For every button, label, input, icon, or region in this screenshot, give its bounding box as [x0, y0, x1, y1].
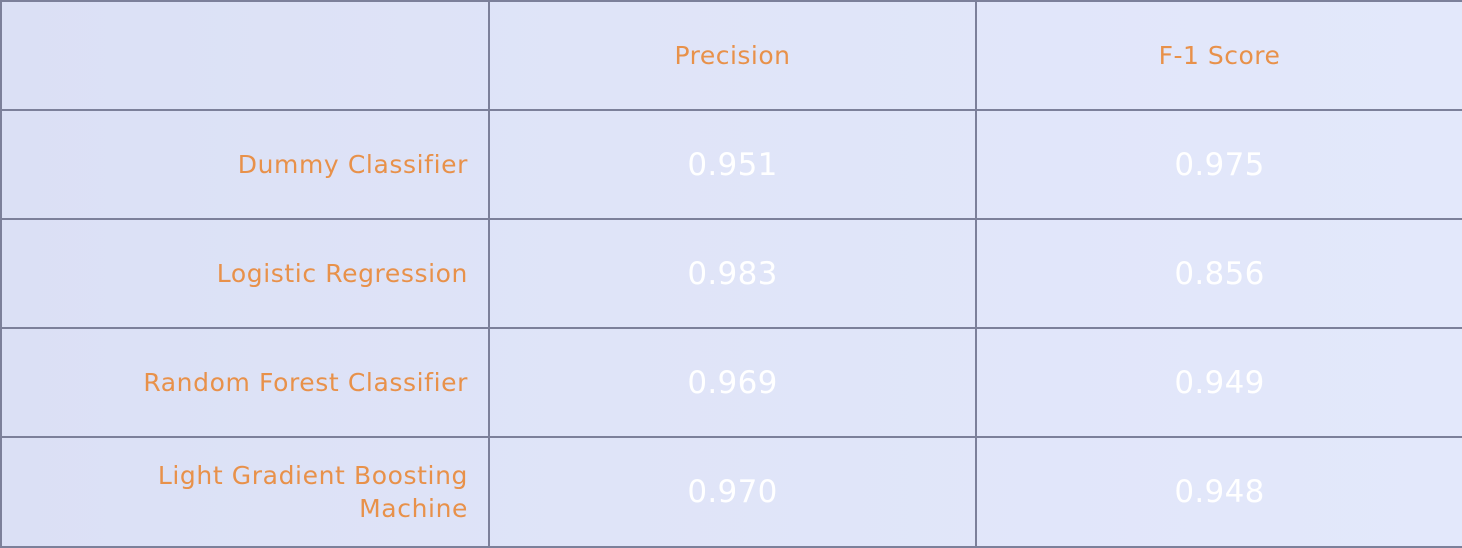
f1-score-value: 0.856	[975, 218, 1462, 329]
row-label: Random Forest Classifier	[0, 327, 490, 438]
column-header-precision: Precision	[488, 0, 977, 111]
precision-value: 0.951	[488, 109, 977, 220]
header-row: Precision F-1 Score	[0, 0, 1462, 111]
table-row: Light Gradient Boosting Machine 0.970 0.…	[0, 436, 1462, 548]
row-label: Light Gradient Boosting Machine	[0, 436, 490, 548]
precision-value: 0.969	[488, 327, 977, 438]
precision-value: 0.970	[488, 436, 977, 548]
f1-score-value: 0.948	[975, 436, 1462, 548]
row-label: Logistic Regression	[0, 218, 490, 329]
corner-cell	[0, 0, 490, 111]
table-row: Random Forest Classifier 0.969 0.949	[0, 327, 1462, 438]
table-row: Dummy Classifier 0.951 0.975	[0, 109, 1462, 220]
column-header-f1-score: F-1 Score	[975, 0, 1462, 111]
f1-score-value: 0.949	[975, 327, 1462, 438]
row-label: Dummy Classifier	[0, 109, 490, 220]
metrics-table: Precision F-1 Score Dummy Classifier 0.9…	[0, 0, 1462, 548]
f1-score-value: 0.975	[975, 109, 1462, 220]
precision-value: 0.983	[488, 218, 977, 329]
table-row: Logistic Regression 0.983 0.856	[0, 218, 1462, 329]
